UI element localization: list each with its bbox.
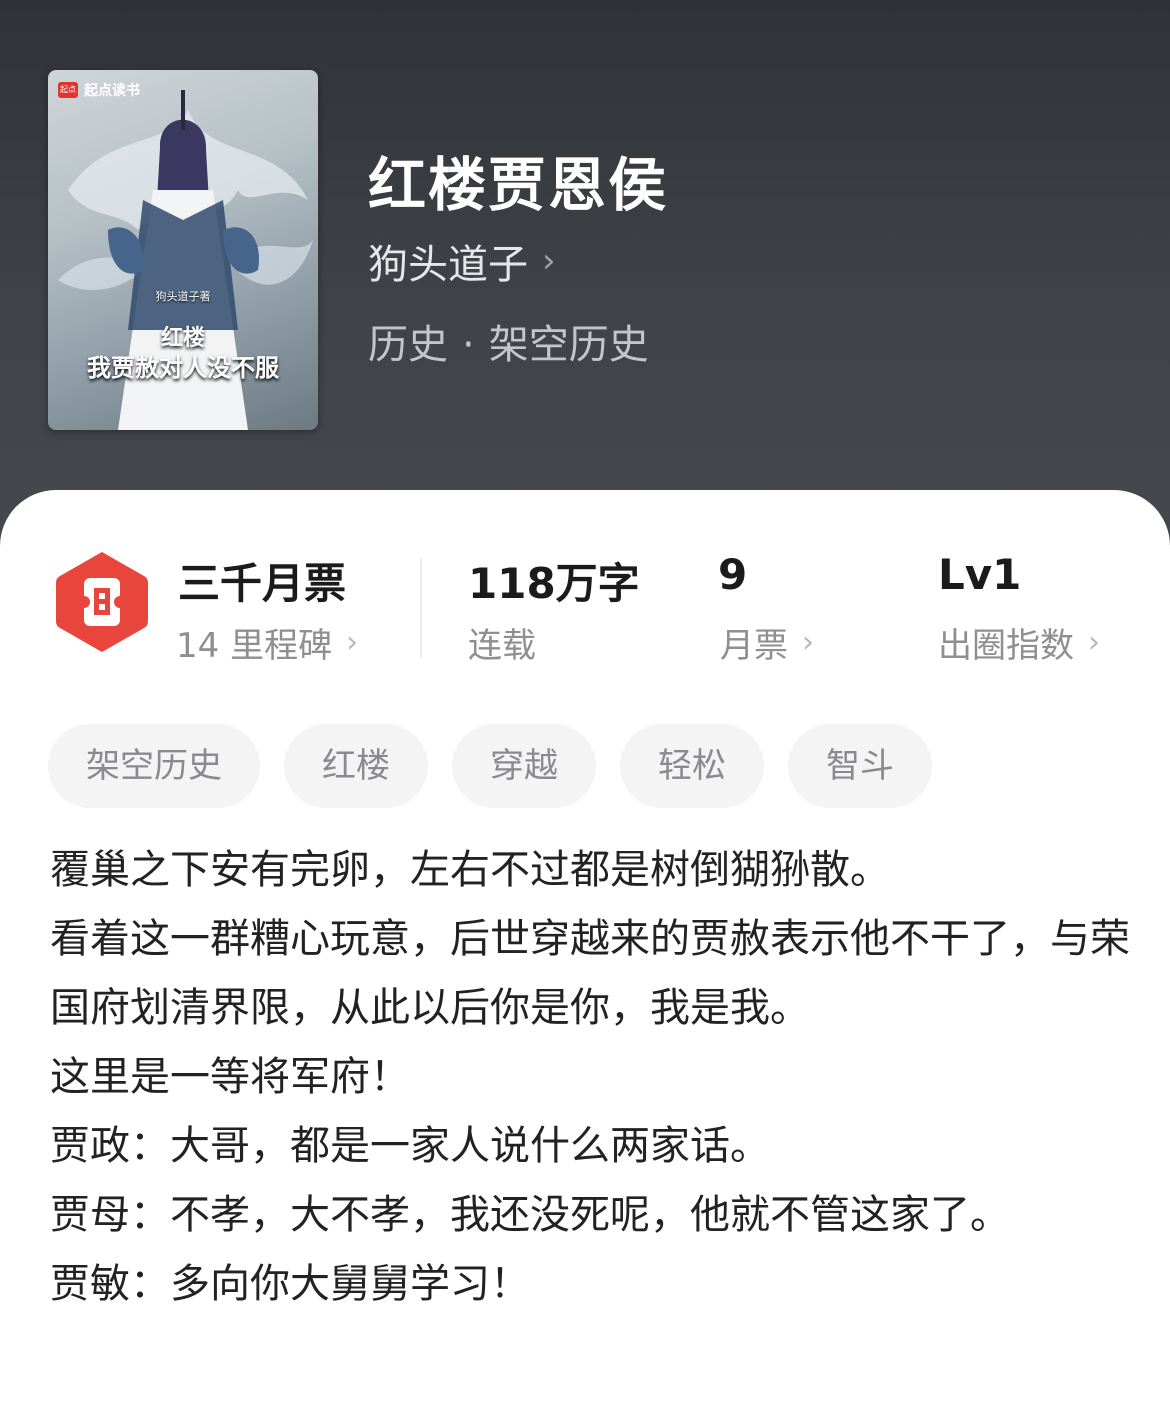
- tag-chip[interactable]: 架空历史: [48, 724, 260, 808]
- genre-separator: ·: [462, 322, 475, 368]
- stats-row: 三千月票 14 里程碑 › 118万字 连载 9 月票 › Lv1 出圈指数 ›: [0, 490, 1170, 690]
- cover-title-line2: 我贾赦对人没不服: [87, 354, 279, 382]
- serial-status: 连载: [468, 618, 536, 667]
- author-link[interactable]: 狗头道子 ›: [368, 232, 556, 290]
- book-description[interactable]: 覆巢之下安有完卵，左右不过都是树倒猢狲散。 看着这一群糟心玩意，后世穿越来的贾赦…: [50, 836, 1130, 1319]
- monthly-ticket-badge-icon: [56, 552, 148, 652]
- genre-sub[interactable]: 架空历史: [489, 322, 649, 368]
- stats-divider: [420, 558, 422, 658]
- popularity-level: Lv1: [938, 550, 1022, 599]
- book-genre: 历史 · 架空历史: [368, 312, 649, 370]
- tag-chip[interactable]: 红楼: [284, 724, 428, 808]
- milestone-title: 三千月票: [178, 559, 347, 608]
- chevron-right-icon: ›: [802, 625, 814, 660]
- monthly-ticket-link[interactable]: 月票 ›: [720, 618, 814, 667]
- popularity-index-label: 出圈指数: [938, 626, 1074, 666]
- cover-author: 狗头道子著: [155, 290, 211, 303]
- description-line: 覆巢之下安有完卵，左右不过都是树倒猢狲散。: [50, 847, 890, 893]
- serial-status-label: 连载: [468, 626, 536, 666]
- book-header: 起点 起点读书 狗头道子著 红楼 我贾赦对人没不服 红楼贾恩侯 狗头道子 › 历…: [0, 0, 1170, 540]
- author-name: 狗头道子: [368, 242, 528, 288]
- book-cover[interactable]: 起点 起点读书 狗头道子著 红楼 我贾赦对人没不服: [48, 70, 318, 430]
- chevron-right-icon: ›: [542, 241, 556, 281]
- monthly-ticket-label: 月票: [720, 626, 788, 666]
- popularity-index-link[interactable]: 出圈指数 ›: [938, 618, 1100, 667]
- cover-publisher-logo: 起点 起点读书: [58, 80, 140, 100]
- tag-chip[interactable]: 穿越: [452, 724, 596, 808]
- genre-main[interactable]: 历史: [368, 322, 448, 368]
- milestone-link[interactable]: 14 里程碑 ›: [176, 618, 358, 667]
- description-line: 这里是一等将军府！: [50, 1054, 410, 1100]
- qidian-logo-icon: 起点: [58, 82, 78, 98]
- chevron-right-icon: ›: [346, 625, 359, 660]
- book-detail-card: 三千月票 14 里程碑 › 118万字 连载 9 月票 › Lv1 出圈指数 ›…: [0, 490, 1170, 1406]
- word-count: 118万字: [468, 559, 640, 608]
- description-line: 贾母：不孝，大不孝，我还没死呢，他就不管这家了。: [50, 1192, 1010, 1238]
- milestone-count: 14 里程碑: [176, 626, 333, 666]
- description-line: 看着这一群糟心玩意，后世穿越来的贾赦表示他不干了，与荣国府划清界限，从此以后你是…: [50, 916, 1130, 1031]
- tag-list: 架空历史 红楼 穿越 轻松 智斗: [48, 724, 932, 808]
- cover-publisher-name: 起点读书: [84, 83, 140, 99]
- tag-chip[interactable]: 轻松: [620, 724, 764, 808]
- monthly-ticket-count: 9: [718, 550, 748, 599]
- description-line: 贾敏：多向你大舅舅学习！: [50, 1261, 530, 1307]
- book-title: 红楼贾恩侯: [368, 151, 669, 219]
- description-line: 贾政：大哥，都是一家人说什么两家话。: [50, 1123, 770, 1169]
- chevron-right-icon: ›: [1088, 625, 1100, 660]
- tag-chip[interactable]: 智斗: [788, 724, 932, 808]
